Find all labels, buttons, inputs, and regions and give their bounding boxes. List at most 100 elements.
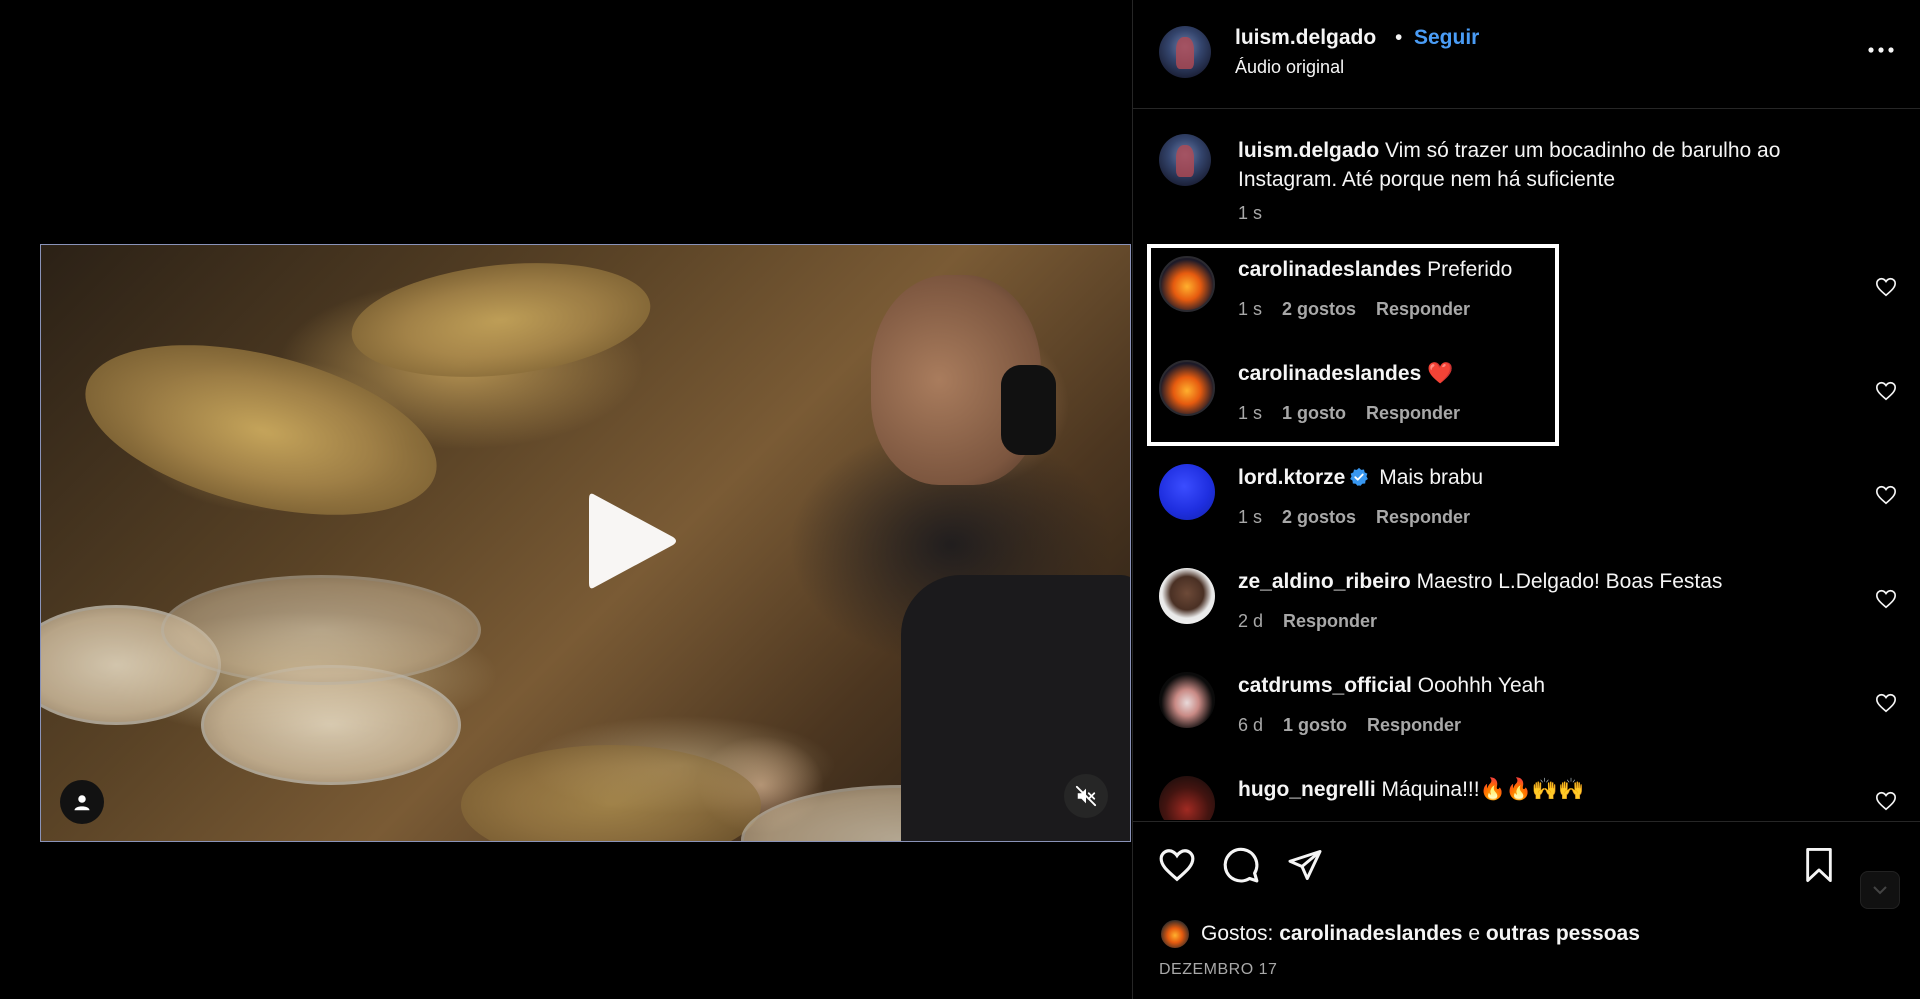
caption-avatar[interactable] [1159,134,1211,186]
like-button[interactable] [1155,843,1199,887]
comment-text: Maestro L.Delgado! Boas Festas [1416,570,1723,593]
caption-time: 1 s [1238,203,1263,223]
play-icon [589,493,676,589]
comment-meta: 1 s 1 gosto Responder [1238,403,1460,424]
likes-summary: Gostos: carolinadeslandes e outras pesso… [1159,918,1640,950]
headphone-graphic [1001,365,1056,455]
comment-likes-count[interactable]: 1 gosto [1283,715,1347,736]
comment-time: 1 s [1238,403,1263,423]
post-header: luism.delgado • Seguir Áudio original [1133,0,1920,109]
heart-icon [1159,849,1195,882]
muted-speaker-icon [1075,785,1097,807]
comment-time: 1 s [1238,299,1263,319]
mute-toggle-button[interactable] [1064,774,1108,818]
play-button[interactable] [581,487,681,595]
comment-avatar[interactable] [1159,256,1215,312]
bookmark-icon [1806,848,1832,882]
reply-button[interactable]: Responder [1366,403,1460,424]
comment-username[interactable]: carolinadeslandes [1238,362,1421,385]
drum-graphic [161,575,481,685]
caption-meta: 1 s [1238,203,1262,224]
comment-like-heart-icon[interactable] [1875,790,1897,812]
comment-time: 6 d [1238,715,1264,735]
comment-likes-count[interactable]: 1 gosto [1282,403,1346,424]
tagged-users-button[interactable] [60,780,104,824]
reply-button[interactable]: Responder [1283,611,1377,632]
comment-username[interactable]: hugo_negrelli [1238,778,1376,801]
comment-line: lord.ktorze Mais brabu [1238,466,1483,490]
comment-text: Máquina!!!🔥🔥🙌🙌 [1381,778,1585,801]
comment-username[interactable]: catdrums_official [1238,674,1412,697]
comment-row: hugo_negrelli Máquina!!!🔥🔥🙌🙌 [1133,764,1920,820]
comment-username[interactable]: lord.ktorze [1238,466,1345,489]
comment-line: carolinadeslandes ❤️ [1238,362,1453,386]
separator-dot: • [1395,26,1403,49]
comment-avatar[interactable] [1159,568,1215,624]
more-options-button[interactable] [1863,36,1899,64]
author-username[interactable]: luism.delgado [1235,26,1376,50]
comment-line: catdrums_official Ooohhh Yeah [1238,674,1545,698]
comment-row: carolinadeslandes Preferido 1 s 2 gostos… [1133,244,1920,348]
share-button[interactable] [1283,843,1327,887]
comment-like-heart-icon[interactable] [1875,692,1897,714]
reply-button[interactable]: Responder [1376,299,1470,320]
comment-row: lord.ktorze Mais brabu 1 s 2 gostos Resp… [1133,452,1920,556]
comment-bubble-icon [1223,847,1259,883]
comment-username[interactable]: ze_aldino_ribeiro [1238,570,1411,593]
save-button[interactable] [1797,843,1841,887]
comment-time: 1 s [1238,507,1263,527]
original-audio-link[interactable]: Áudio original [1235,57,1344,78]
likes-conjunction: e [1468,922,1480,945]
author-avatar[interactable] [1159,26,1211,78]
liker-avatar[interactable] [1159,918,1191,950]
comment-row: catdrums_official Ooohhh Yeah 6 d 1 gost… [1133,660,1920,764]
comment-like-heart-icon[interactable] [1875,484,1897,506]
comment-meta: 1 s 2 gostos Responder [1238,299,1470,320]
user-tag-icon [74,795,90,811]
comment-likes-count[interactable]: 2 gostos [1282,507,1356,528]
comment-avatar[interactable] [1159,776,1215,820]
comment-username[interactable]: carolinadeslandes [1238,258,1421,281]
comment-line: carolinadeslandes Preferido [1238,258,1512,282]
comment-likes-count[interactable]: 2 gostos [1282,299,1356,320]
comment-like-heart-icon[interactable] [1875,276,1897,298]
scroll-down-button[interactable] [1860,871,1900,909]
comment-avatar[interactable] [1159,672,1215,728]
comment-text: Preferido [1427,258,1513,281]
cymbal-graphic [461,745,761,841]
post-date[interactable]: DEZEMBRO 17 [1159,961,1277,979]
reply-button[interactable]: Responder [1376,507,1470,528]
reply-button[interactable]: Responder [1367,715,1461,736]
comment-time: 2 d [1238,611,1264,631]
video-player[interactable] [40,244,1131,842]
video-stage [0,0,1132,999]
comment-line: hugo_negrelli Máquina!!!🔥🔥🙌🙌 [1238,778,1584,802]
comment-line: ze_aldino_ribeiro Maestro L.Delgado! Boa… [1238,570,1722,594]
other-likers-link[interactable]: outras pessoas [1486,922,1640,946]
comment-avatar[interactable] [1159,464,1215,520]
verified-badge-icon [1350,467,1369,486]
likes-prefix: Gostos: [1201,922,1274,945]
cymbal-graphic [346,249,656,391]
post-panel: luism.delgado • Seguir Áudio original lu… [1132,0,1920,999]
caption-username[interactable]: luism.delgado [1238,139,1379,162]
chevron-down-icon [1873,886,1887,895]
more-options-icon [1868,47,1894,53]
comment-button[interactable] [1219,843,1263,887]
paper-plane-icon [1288,850,1322,880]
action-bar: Gostos: carolinadeslandes e outras pesso… [1133,821,1920,999]
liker-username[interactable]: carolinadeslandes [1279,922,1462,946]
comments-list[interactable]: luism.delgado Vim só trazer um bocadinho… [1133,110,1920,820]
comment-like-heart-icon[interactable] [1875,588,1897,610]
comment-avatar[interactable] [1159,360,1215,416]
comment-meta: 2 d Responder [1238,611,1377,632]
comment-text: Ooohhh Yeah [1417,674,1546,697]
comment-text: Mais brabu [1379,466,1484,489]
comment-row: carolinadeslandes ❤️ 1 s 1 gosto Respond… [1133,348,1920,452]
post-caption: luism.delgado Vim só trazer um bocadinho… [1238,136,1838,194]
comment-like-heart-icon[interactable] [1875,380,1897,402]
comment-meta: 6 d 1 gosto Responder [1238,715,1461,736]
follow-button[interactable]: Seguir [1414,26,1479,50]
comment-meta: 1 s 2 gostos Responder [1238,507,1470,528]
comment-row: ze_aldino_ribeiro Maestro L.Delgado! Boa… [1133,556,1920,660]
